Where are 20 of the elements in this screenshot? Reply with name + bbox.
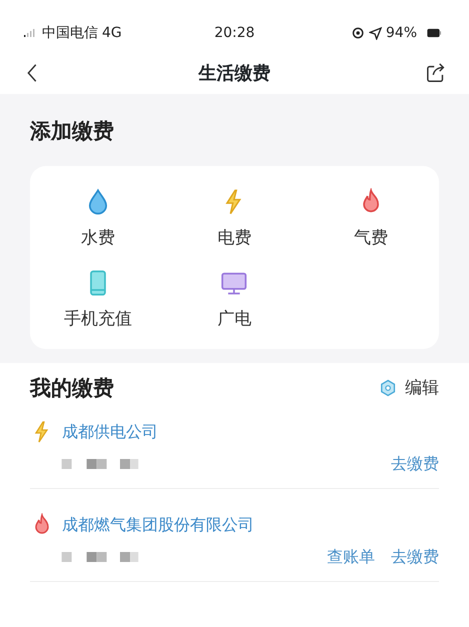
carrier-name: 中国电信 <box>42 24 98 42</box>
payment-type-button[interactable]: 气费 <box>302 188 439 251</box>
payment-type-button[interactable]: 广电 <box>166 269 303 332</box>
hexagon-icon <box>379 379 397 398</box>
edit-button[interactable]: 编辑 <box>379 376 439 401</box>
share-icon <box>425 62 447 84</box>
location-icon <box>368 26 382 40</box>
section-title: 我的缴费 <box>30 374 114 402</box>
payment-type-button[interactable]: 手机充值 <box>30 269 166 332</box>
network-type: 4G <box>102 24 122 42</box>
status-time: 20:28 <box>214 24 255 40</box>
rotation-lock-icon <box>350 26 365 40</box>
biller-name[interactable]: 成都供电公司 <box>62 420 158 444</box>
section-title: 添加缴费 <box>30 118 115 145</box>
payment-type-button[interactable]: 水费 <box>30 188 166 251</box>
biller-name[interactable]: 成都燃气集团股份有限公司 <box>62 513 254 537</box>
battery-percent: 94% <box>386 24 417 42</box>
page-title: 生活缴费 <box>198 62 270 86</box>
payment-type-button[interactable]: 电费 <box>166 188 303 251</box>
share-button[interactable] <box>425 62 447 84</box>
